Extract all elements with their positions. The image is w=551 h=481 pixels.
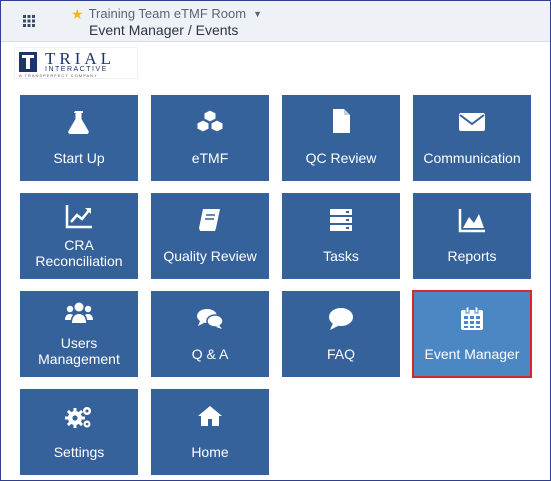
flask-icon bbox=[68, 111, 89, 134]
logo-sub-text: INTERACTIVE bbox=[45, 66, 108, 73]
book-icon bbox=[199, 209, 220, 231]
file-icon bbox=[333, 109, 350, 133]
trial-interactive-logo: TRIAL INTERACTIVE A TRANSPERFECT COMPANY bbox=[15, 48, 137, 78]
logo-mark-icon bbox=[19, 52, 37, 72]
envelope-icon bbox=[459, 113, 485, 131]
comment-icon bbox=[329, 308, 353, 330]
logo-main-text: TRIAL bbox=[45, 49, 116, 68]
tile-communication[interactable]: Communication bbox=[413, 95, 531, 181]
line-chart-icon bbox=[65, 205, 92, 229]
tile-label: Tasks bbox=[323, 248, 359, 264]
tile-cra-reconciliation[interactable]: CRA Reconciliation bbox=[20, 193, 138, 279]
tile-tasks[interactable]: Tasks bbox=[282, 193, 400, 279]
calendar-icon bbox=[461, 306, 483, 330]
tile-label: QC Review bbox=[305, 150, 377, 166]
tile-quality-review[interactable]: Quality Review bbox=[151, 193, 269, 279]
tile-home[interactable]: Home bbox=[151, 389, 269, 475]
tile-label: Home bbox=[191, 444, 229, 460]
tile-label: Quality Review bbox=[163, 248, 257, 264]
top-bar: ★ Training Team eTMF Room ▼ Event Manage… bbox=[1, 1, 550, 42]
tile-start-up[interactable]: Start Up bbox=[20, 95, 138, 181]
logo-tagline: A TRANSPERFECT COMPANY bbox=[19, 73, 98, 78]
breadcrumb: Event Manager / Events bbox=[89, 22, 239, 38]
comments-icon bbox=[197, 309, 224, 329]
star-icon: ★ bbox=[71, 5, 84, 22]
cogs-icon bbox=[65, 407, 91, 428]
cubes-icon bbox=[196, 109, 224, 133]
tile-label: FAQ bbox=[326, 346, 355, 362]
tile-label: Communication bbox=[423, 150, 521, 166]
tile-label: eTMF bbox=[191, 150, 229, 166]
home-icon bbox=[198, 406, 222, 426]
tile-label: Start Up bbox=[53, 150, 105, 166]
tile-label: Users Management bbox=[38, 335, 120, 367]
app-window: ★ Training Team eTMF Room ▼ Event Manage… bbox=[0, 0, 551, 481]
tile-settings[interactable]: Settings bbox=[20, 389, 138, 475]
tile-label: Event Manager bbox=[424, 346, 520, 362]
server-icon bbox=[330, 209, 352, 231]
tile-users-management[interactable]: Users Management bbox=[20, 291, 138, 377]
tile-label: Settings bbox=[53, 444, 105, 460]
room-selector[interactable]: ★ Training Team eTMF Room ▼ bbox=[71, 6, 262, 21]
tile-label: Q & A bbox=[191, 346, 229, 362]
tile-etmf[interactable]: eTMF bbox=[151, 95, 269, 181]
tile-qc-review[interactable]: QC Review bbox=[282, 95, 400, 181]
users-icon bbox=[65, 302, 93, 323]
tile-event-manager[interactable]: Event Manager bbox=[412, 290, 532, 378]
caret-down-icon: ▼ bbox=[253, 8, 262, 19]
tile-reports[interactable]: Reports bbox=[413, 193, 531, 279]
tile-qa[interactable]: Q & A bbox=[151, 291, 269, 377]
tile-label: CRA Reconciliation bbox=[35, 237, 123, 269]
area-chart-icon bbox=[458, 209, 485, 233]
tile-label: Reports bbox=[447, 248, 497, 264]
room-label: Training Team eTMF Room bbox=[88, 6, 247, 21]
tile-faq[interactable]: FAQ bbox=[282, 291, 400, 377]
grid-icon[interactable] bbox=[23, 15, 35, 27]
